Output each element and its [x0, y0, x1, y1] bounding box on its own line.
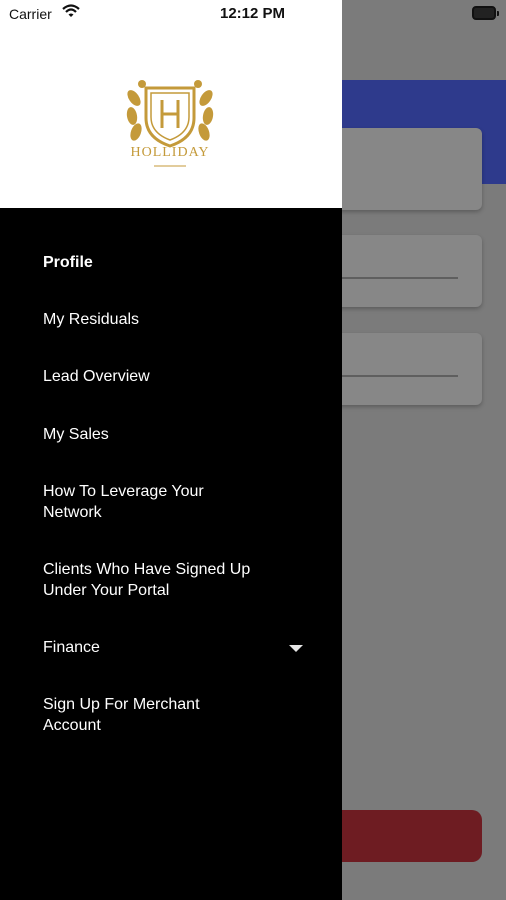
- input-underline: [342, 277, 458, 279]
- menu-item-finance[interactable]: Finance: [43, 637, 313, 658]
- menu-item-merchant-account[interactable]: Sign Up For Merchant Account: [43, 694, 243, 736]
- navigation-drawer: Carrier 12:12 PM HOLLIDAY Profile My Res…: [0, 0, 342, 900]
- background-input-card[interactable]: [332, 333, 482, 405]
- brand-logo-text: HOLLIDAY: [130, 145, 210, 160]
- menu-item-lead-overview[interactable]: Lead Overview: [43, 366, 313, 387]
- chevron-down-icon[interactable]: [289, 645, 303, 652]
- menu-item-leverage-network[interactable]: How To Leverage Your Network: [43, 481, 243, 523]
- menu-item-clients-signed-up[interactable]: Clients Who Have Signed Up Under Your Po…: [43, 559, 258, 601]
- menu-item-my-sales[interactable]: My Sales: [43, 424, 313, 445]
- background-action-button[interactable]: [332, 810, 482, 862]
- carrier-label: Carrier: [9, 6, 52, 22]
- status-bar: Carrier 12:12 PM: [0, 0, 342, 26]
- menu-item-profile[interactable]: Profile: [43, 252, 313, 273]
- wifi-icon: [62, 4, 80, 17]
- drawer-header: Carrier 12:12 PM HOLLIDAY: [0, 0, 342, 208]
- status-time: 12:12 PM: [220, 5, 286, 22]
- battery-icon: [472, 6, 499, 20]
- background-card[interactable]: [332, 128, 482, 210]
- background-input-card[interactable]: [332, 235, 482, 307]
- menu-item-my-residuals[interactable]: My Residuals: [43, 309, 313, 330]
- input-underline: [342, 375, 458, 377]
